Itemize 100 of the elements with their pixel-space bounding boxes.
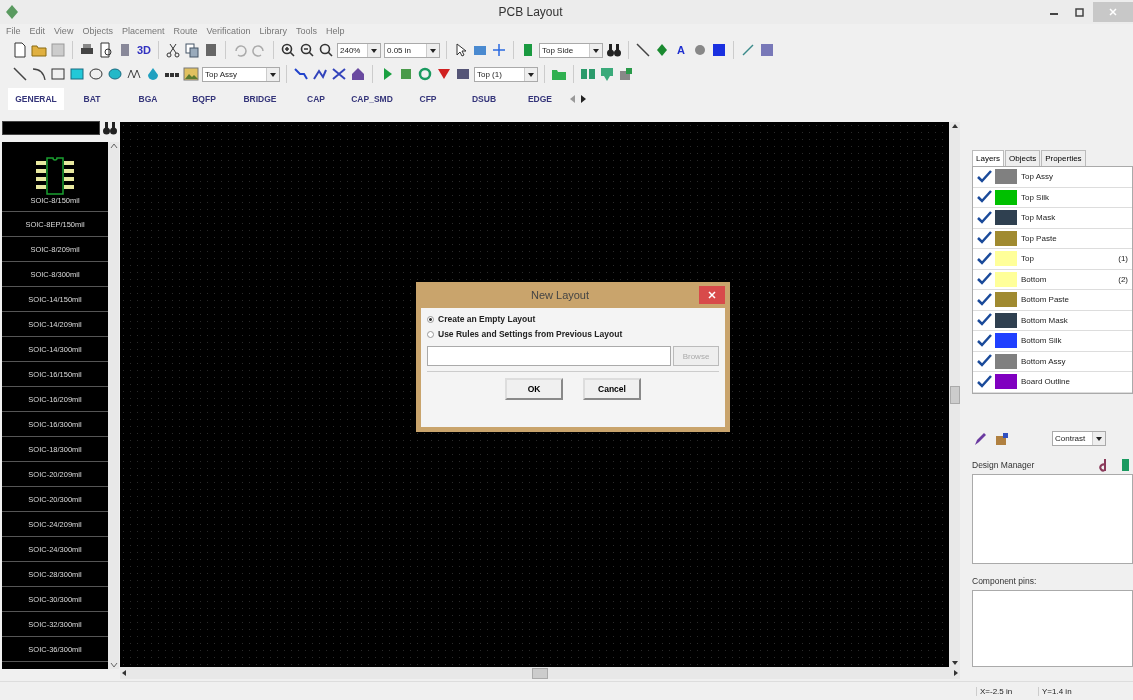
scroll-right-icon[interactable]	[952, 669, 960, 677]
panel-tab[interactable]: Objects	[1005, 150, 1041, 166]
ellipse-icon[interactable]	[107, 66, 123, 82]
refresh-icon[interactable]	[417, 66, 433, 82]
side-dropdown[interactable]: Top Side	[539, 42, 603, 58]
checkmark-icon[interactable]	[975, 313, 993, 328]
layer-dropdown[interactable]: Top (1)	[474, 66, 538, 82]
menu-item[interactable]: Objects	[82, 26, 113, 36]
menu-item[interactable]: Route	[173, 26, 198, 36]
pen-icon[interactable]	[972, 430, 988, 447]
square-icon[interactable]	[759, 42, 775, 58]
checkmark-icon[interactable]	[975, 292, 993, 307]
library-tab[interactable]: CAP	[288, 88, 344, 110]
app-logo-icon[interactable]	[4, 4, 20, 20]
new-file-icon[interactable]	[12, 42, 28, 58]
library-tab[interactable]: CAP_SMD	[344, 88, 400, 110]
house-icon[interactable]	[350, 66, 366, 82]
checkmark-icon[interactable]	[975, 374, 993, 389]
layer-row[interactable]: Bottom Paste	[973, 290, 1132, 311]
menu-item[interactable]: Placement	[121, 26, 165, 36]
zoom-dropdown[interactable]: 240%	[337, 42, 381, 58]
copy-icon[interactable]	[184, 42, 200, 58]
radio-option[interactable]: Create an Empty Layout	[427, 314, 719, 324]
library-tab[interactable]: GENERAL	[8, 88, 64, 110]
library-tab[interactable]: DSUB	[456, 88, 512, 110]
checkmark-icon[interactable]	[975, 251, 993, 266]
components-icon[interactable]	[580, 66, 596, 82]
library-tab[interactable]: CFP	[400, 88, 456, 110]
library-tab[interactable]: BGA	[120, 88, 176, 110]
layer-row[interactable]: Top Paste	[973, 228, 1132, 249]
checkmark-icon[interactable]	[975, 169, 993, 184]
scroll-thumb[interactable]	[532, 667, 548, 679]
menu-item[interactable]: Edit	[29, 26, 46, 36]
grid-dropdown[interactable]: 0.05 in	[384, 42, 440, 58]
binoculars-icon[interactable]	[606, 42, 622, 58]
panel-tab[interactable]: Layers	[972, 150, 1004, 166]
scroll-right-icon[interactable]	[578, 93, 588, 105]
radio-option[interactable]: Use Rules and Settings from Previous Layout	[427, 329, 719, 339]
layer-row[interactable]: Bottom (2)	[973, 269, 1132, 290]
library-tab[interactable]: BAT	[64, 88, 120, 110]
line-icon[interactable]	[635, 42, 651, 58]
zoom-in-icon[interactable]	[280, 42, 296, 58]
text-button[interactable]: A	[673, 44, 689, 56]
circle-icon[interactable]	[692, 42, 708, 58]
trace-icon[interactable]	[293, 66, 309, 82]
menu-item[interactable]: File	[6, 26, 21, 36]
zoom-out-icon[interactable]	[299, 42, 315, 58]
cross-icon[interactable]	[331, 66, 347, 82]
edit-icon[interactable]	[994, 430, 1010, 447]
binoculars-icon[interactable]	[102, 120, 118, 136]
zoom-icon[interactable]	[318, 42, 334, 58]
scissors-icon[interactable]	[165, 42, 181, 58]
print-preview-icon[interactable]	[98, 42, 114, 58]
rectangle-icon[interactable]	[69, 66, 85, 82]
folder-icon[interactable]	[31, 42, 47, 58]
ellipse-icon[interactable]	[88, 66, 104, 82]
checkmark-icon[interactable]	[975, 333, 993, 348]
menu-item[interactable]: Library	[259, 26, 287, 36]
close-button[interactable]	[699, 286, 725, 304]
scroll-left-icon[interactable]	[120, 669, 128, 677]
library-tab[interactable]: BRIDGE	[232, 88, 288, 110]
checkmark-icon[interactable]	[975, 210, 993, 225]
3d-view-button[interactable]: 3D	[136, 44, 152, 56]
diamond-icon[interactable]	[654, 42, 670, 58]
cursor-icon[interactable]	[453, 42, 469, 58]
layer-row[interactable]: Top (1)	[973, 249, 1132, 270]
arc-icon[interactable]	[31, 66, 47, 82]
menu-item[interactable]: View	[54, 26, 74, 36]
ok-button[interactable]: OK	[505, 378, 563, 400]
library-tab[interactable]: BQFP	[176, 88, 232, 110]
checkmark-icon[interactable]	[975, 354, 993, 369]
layer-row[interactable]: Bottom Assy	[973, 351, 1132, 372]
menu-item[interactable]: Tools	[296, 26, 318, 36]
square-icon[interactable]	[711, 42, 727, 58]
panel-tab[interactable]: Properties	[1041, 150, 1086, 166]
tool-icon[interactable]	[455, 66, 471, 82]
menu-item[interactable]: Verification	[206, 26, 251, 36]
line-icon[interactable]	[12, 66, 28, 82]
image-icon[interactable]	[183, 66, 199, 82]
scroll-thumb[interactable]	[949, 385, 960, 404]
search-field[interactable]	[2, 121, 100, 135]
checkmark-icon[interactable]	[975, 272, 993, 287]
checkmark-icon[interactable]	[975, 231, 993, 246]
export-icon[interactable]	[618, 66, 634, 82]
layer-row[interactable]: Board Outline	[973, 372, 1132, 393]
layer-row[interactable]: Bottom Mask	[973, 310, 1132, 331]
layer-row[interactable]: Bottom Silk	[973, 331, 1132, 352]
scroll-up-icon[interactable]	[950, 122, 959, 130]
library-tab[interactable]: EDGE	[512, 88, 568, 110]
clipboard-icon[interactable]	[203, 42, 219, 58]
checkmark-icon[interactable]	[975, 190, 993, 205]
contrast-dropdown[interactable]: Contrast	[1052, 431, 1106, 446]
layer-dropdown[interactable]: Top Assy	[202, 66, 280, 82]
export-icon[interactable]	[398, 66, 414, 82]
layer-row[interactable]: Top Assy	[973, 167, 1132, 188]
cancel-button[interactable]: Cancel	[583, 378, 641, 400]
components-icon[interactable]	[599, 66, 615, 82]
path-field[interactable]	[427, 346, 671, 366]
plus-icon[interactable]	[491, 42, 507, 58]
layer-row[interactable]: Top Silk	[973, 187, 1132, 208]
